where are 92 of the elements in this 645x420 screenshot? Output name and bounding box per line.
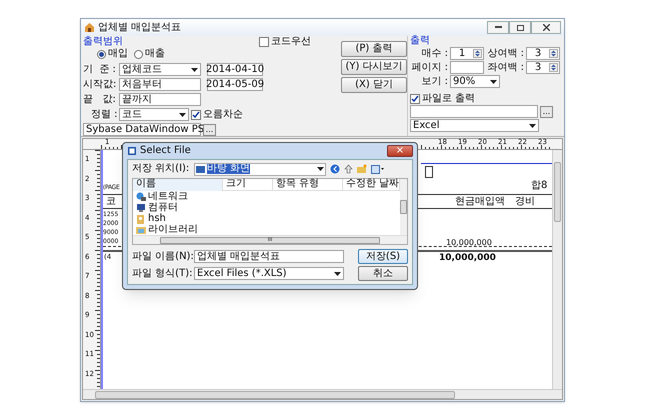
checkbox[interactable] <box>410 94 420 104</box>
globe-icon <box>136 192 146 202</box>
caret-icon <box>317 167 324 171</box>
group-title: 출력 <box>410 36 431 46</box>
field-label: 좌여백 : <box>486 62 524 72</box>
up-arrow-icon[interactable] <box>344 164 353 174</box>
browse-button[interactable]: ... <box>203 124 216 136</box>
dropdown[interactable]: 코드 <box>119 108 189 121</box>
number-spinner[interactable]: 1 <box>450 47 484 60</box>
checkbox[interactable] <box>191 110 201 120</box>
field-label: 정렬 : <box>91 110 117 120</box>
report-cell: 10,000,000 <box>439 254 496 263</box>
file-item[interactable]: 네트워크 <box>133 191 400 202</box>
location-dropdown[interactable]: 바탕 화면 <box>194 162 326 176</box>
report-cell: 10,000,000 <box>446 239 492 247</box>
file-item[interactable]: hsh <box>133 213 400 224</box>
text-field[interactable]: Sybase DataWindow PS <box>83 123 201 136</box>
action-button[interactable]: (P) 출력 <box>341 41 407 57</box>
filename-field[interactable]: 업체별 매입분석표 <box>194 250 344 263</box>
spin-arrows-icon[interactable] <box>549 49 558 58</box>
dropdown[interactable]: 90% <box>450 75 500 88</box>
computer-icon <box>136 202 146 212</box>
file-item[interactable]: 컴퓨터 <box>133 202 400 213</box>
cancel-button[interactable]: 취소 <box>358 266 408 281</box>
minimize-button[interactable] <box>487 21 509 34</box>
text-field[interactable]: 처음부터 <box>119 78 201 91</box>
caret-icon <box>191 68 198 72</box>
library-icon <box>136 224 146 234</box>
field-label: 저장 위치(I): <box>132 164 190 174</box>
view-menu-icon[interactable] <box>371 164 384 174</box>
action-button[interactable]: (Y) 다시보기 <box>341 59 407 75</box>
field-label: 끝 값: <box>83 94 117 104</box>
report-box <box>425 166 433 178</box>
date-field[interactable]: 2014-05-09 <box>207 78 263 91</box>
caret-icon <box>490 80 497 84</box>
close-button[interactable] <box>531 21 561 34</box>
column-header[interactable]: 이름 <box>133 179 223 191</box>
column-header: 코 <box>106 197 116 207</box>
text-field[interactable] <box>410 105 538 118</box>
file-item[interactable]: 라이브러리 <box>133 224 400 235</box>
column-header[interactable]: 항목 유형 <box>273 179 343 191</box>
field-label: 페이지 : <box>410 62 448 72</box>
spin-arrows-icon[interactable] <box>473 49 482 58</box>
field-label: 시작값: <box>83 80 117 90</box>
column-header: 현금매입액 <box>455 197 505 207</box>
save-button[interactable]: 저장(S) <box>358 249 408 264</box>
text-field[interactable] <box>450 61 484 74</box>
number-spinner[interactable]: 3 <box>526 47 560 60</box>
app-icon <box>127 146 137 156</box>
field-label: 파일 형식(T): <box>132 268 190 278</box>
radio-button[interactable] <box>97 50 106 58</box>
maximize-icon <box>516 24 524 30</box>
close-button[interactable]: × <box>387 145 413 157</box>
radio-label: 매출 <box>145 49 165 59</box>
field-label: 매수 : <box>420 48 448 58</box>
checkbox-label: 코드우선 <box>271 37 311 47</box>
column-header: 경비 <box>515 197 535 207</box>
desktop-icon <box>196 166 205 172</box>
report-text: 합8 <box>531 181 548 191</box>
column-header[interactable]: 크기 <box>223 179 273 191</box>
caret-icon <box>179 112 186 116</box>
radio-button[interactable] <box>134 50 143 58</box>
text-field[interactable]: 끝까지 <box>119 93 201 106</box>
radio-label: 매입 <box>108 49 128 59</box>
caret-icon <box>529 124 536 128</box>
date-field[interactable]: 2014-04-10 <box>207 63 263 76</box>
format-dropdown[interactable]: Excel <box>410 119 539 132</box>
number-spinner[interactable]: 3 <box>526 61 560 74</box>
action-button[interactable]: (X) 닫기 <box>341 77 407 93</box>
close-icon <box>542 24 550 31</box>
app-icon <box>84 22 95 33</box>
file-type-dropdown[interactable]: Excel Files (*.XLS) <box>194 267 344 280</box>
checkbox-label: 오름차순 <box>203 110 243 120</box>
window-title: 업체별 매입분석표 <box>98 22 182 32</box>
horizontal-scrollbar[interactable] <box>83 389 562 399</box>
checkbox-label: 파일로 출력 <box>422 94 476 104</box>
field-label: 상여백 : <box>486 48 524 58</box>
field-label: 보기 : <box>420 76 448 86</box>
minimize-icon <box>494 26 502 29</box>
group-title: 출력범위 <box>83 37 124 47</box>
vertical-scrollbar[interactable] <box>400 179 407 235</box>
checkbox[interactable] <box>259 37 269 47</box>
field-label: 기 준 : <box>83 64 117 74</box>
maximize-button[interactable] <box>509 21 531 34</box>
dialog-title: Select File <box>140 146 191 156</box>
browse-button[interactable]: ... <box>540 106 553 118</box>
folder-icon <box>136 214 146 224</box>
back-icon[interactable] <box>330 164 340 174</box>
caret-icon <box>334 272 341 276</box>
dropdown[interactable]: 업체코드 <box>119 63 201 76</box>
vertical-scrollbar[interactable] <box>552 150 562 389</box>
spin-arrows-icon[interactable] <box>549 63 558 72</box>
